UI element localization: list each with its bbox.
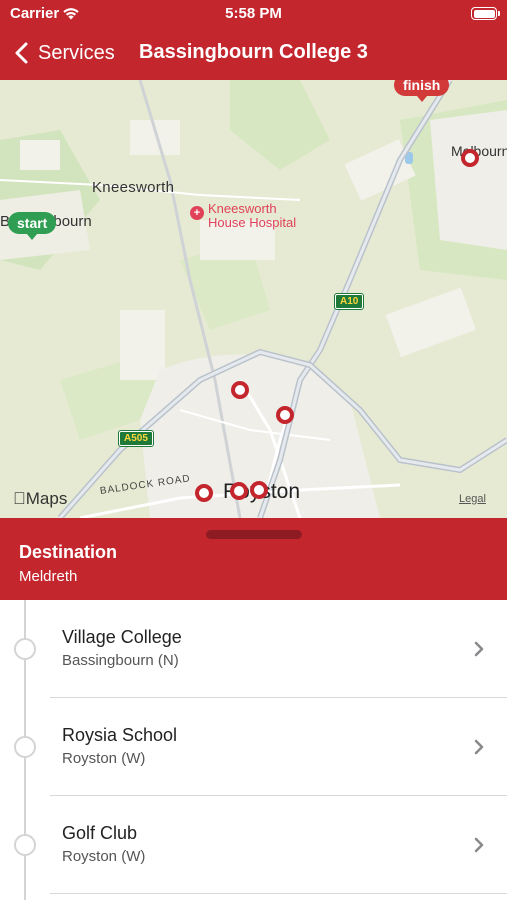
timeline-node [14,638,36,660]
status-bar: Carrier 5:58 PM [0,0,507,28]
status-time: 5:58 PM [225,5,282,22]
timeline-node [14,736,36,758]
road-badge-a505: A505 [118,430,154,447]
hospital-label-line1: Kneesworth [208,201,277,216]
hospital-label-line2: House Hospital [208,215,297,230]
chevron-right-icon [474,641,484,657]
back-button[interactable]: Services [14,38,115,68]
list-item[interactable]: Village College Bassingbourn (N) [0,600,507,698]
divider [50,893,507,894]
stop-area: Bassingbourn (N) [62,652,179,669]
road-badge-a10: A10 [333,293,365,310]
destination-label: Destination [19,542,118,562]
stop-marker[interactable] [231,381,249,399]
stop-area: Royston (W) [62,750,146,767]
map-label-hospital: Kneesworth House Hospital [208,202,296,230]
start-pin[interactable]: start [8,212,57,240]
map-canvas [0,80,507,518]
maps-attribution-label: Maps [13,489,68,508]
stop-area: Royston (W) [62,848,146,865]
stop-name: Golf Club [62,823,138,843]
route-map[interactable]: Kneesworth Bassingbourn + Kneesworth Hou… [0,80,507,518]
finish-pin[interactable]: finish [394,80,450,102]
chevron-left-icon [15,42,28,64]
chevron-right-icon [474,739,484,755]
hospital-icon: + [190,206,204,220]
stop-marker[interactable] [230,482,248,500]
destination-panel: Destination Meldreth [0,518,507,600]
list-item[interactable]: Golf Club Royston (W) [0,796,507,894]
maps-attribution: Maps [13,489,67,509]
timeline-node [14,834,36,856]
page-title: Bassingbourn College 3 [139,41,368,63]
apple-icon:  [13,489,26,508]
back-button-label: Services [38,41,115,64]
chevron-right-icon [474,837,484,853]
map-label-kneesworth: Kneesworth [92,179,175,196]
legal-link[interactable]: Legal [459,493,486,505]
drag-handle[interactable] [206,530,302,539]
list-item[interactable]: Roysia School Royston (W) [0,698,507,796]
destination-value: Meldreth [19,568,78,585]
stop-marker[interactable] [195,484,213,502]
stop-name: Village College [62,627,182,647]
battery-icon [471,7,500,20]
stop-marker[interactable] [276,406,294,424]
stop-marker[interactable] [461,149,479,167]
stop-name: Roysia School [62,725,178,745]
stop-marker[interactable] [250,481,268,499]
app-root: Carrier 5:58 PM Services Bassingbourn Co… [0,0,507,900]
navigation-bar: Services Bassingbourn College 3 [0,28,507,80]
map-label-melbourn: Melbourn [451,143,507,159]
stop-list: Village College Bassingbourn (N) Roysia … [0,600,507,900]
